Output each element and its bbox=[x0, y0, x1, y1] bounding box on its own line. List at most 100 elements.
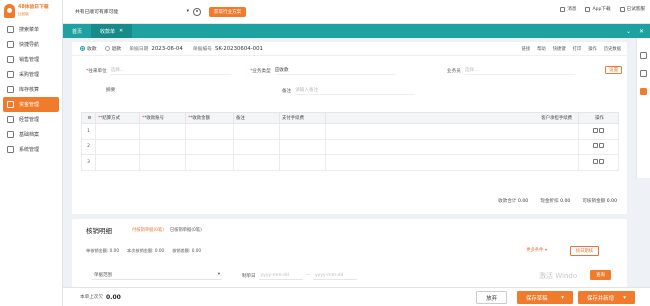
tab-done[interactable]: 已核销单据(0笔) bbox=[170, 227, 202, 233]
remark-label: 备注 bbox=[282, 89, 292, 94]
save-draft-button[interactable]: 保存草稿 ▾ bbox=[517, 291, 573, 304]
insert-row-icon[interactable] bbox=[592, 158, 598, 164]
row-index: 1 bbox=[81, 123, 96, 140]
date-label: 单据日期 bbox=[129, 47, 149, 52]
tab-receipt[interactable]: 收款单 ✕ bbox=[91, 24, 133, 38]
shortcut-tool[interactable]: 快捷键 bbox=[553, 46, 566, 52]
right-rail bbox=[636, 38, 650, 178]
customer-input[interactable]: 选择... bbox=[110, 67, 231, 75]
staff-input[interactable]: 选择... bbox=[464, 67, 575, 75]
solution-button[interactable]: 获取行业方案 bbox=[209, 6, 246, 17]
close-icon[interactable]: ✕ bbox=[119, 28, 123, 34]
form-header: 收款 退款 单据日期 2023-06-04 单据编号 SK-20230604-0… bbox=[72, 42, 627, 56]
insert-row-icon[interactable] bbox=[592, 143, 598, 149]
range-select[interactable]: 单据范围 ▾ bbox=[92, 271, 222, 280]
sidebar-item-label: 销售管理 bbox=[19, 57, 40, 63]
messages-button[interactable]: 消息 bbox=[560, 6, 576, 12]
sidebar-item-label: 快捷导航 bbox=[19, 42, 40, 48]
balance-value: 0.00 bbox=[105, 293, 121, 301]
sidebar-item-business[interactable]: 经营管理 bbox=[0, 112, 62, 127]
sidebar-menu: 搜索菜单 快捷导航 销售管理 采购管理 库存核算 资金管理 经营管理 基础档案 … bbox=[0, 22, 62, 157]
radio-receive[interactable]: 收款 bbox=[80, 45, 97, 52]
date-from-input[interactable]: yyyy-mm-dd bbox=[258, 272, 303, 280]
chevron-down-icon: ▾ bbox=[217, 272, 220, 277]
staff-label: 业务员 bbox=[447, 69, 461, 74]
table-header: 操作 bbox=[578, 112, 619, 124]
inventory-icon bbox=[7, 86, 14, 93]
chevron-down-icon: ▾ bbox=[186, 9, 189, 14]
search-icon bbox=[7, 26, 14, 33]
app-download-button[interactable]: App下载 bbox=[585, 6, 611, 12]
action-tool[interactable]: 操作 bbox=[588, 46, 597, 52]
tab-label: 收款单 bbox=[100, 28, 116, 35]
chevron-down-icon[interactable]: ⌄ bbox=[626, 28, 631, 35]
delete-row-icon[interactable] bbox=[599, 143, 605, 149]
help-tool[interactable]: 帮助 bbox=[537, 46, 546, 52]
form-tools: 链接 帮助 快捷键 打印 操作 历史数据 bbox=[522, 46, 621, 52]
writeoff-tabs: 付核销单据(0笔) 已核销单据(0笔) bbox=[132, 227, 202, 233]
remark-field: 备注 请输入备注 bbox=[282, 87, 416, 95]
tab-pending[interactable]: 付核销单据(0笔) bbox=[132, 227, 164, 233]
tab-label: 首页 bbox=[72, 28, 83, 35]
date-to-input[interactable]: yyyy-mm-dd bbox=[313, 272, 357, 280]
table-header-row: ⚙ **结算方式 **收款账号 **收款金额 备注 支付手续费 客户承担手续费 … bbox=[81, 112, 619, 124]
gear-icon[interactable]: ⚙ bbox=[88, 116, 92, 121]
table-row: 1 bbox=[81, 123, 619, 140]
gear-icon[interactable] bbox=[193, 7, 201, 16]
radio-refund[interactable]: 退款 bbox=[104, 45, 121, 52]
print-tool[interactable]: 打印 bbox=[573, 46, 582, 52]
date-range: 制单日 yyyy-mm-dd — yyyy-mm-dd bbox=[242, 272, 357, 280]
logo-icon bbox=[4, 4, 15, 18]
total-summary: 收款合计 0.00 bbox=[498, 199, 529, 204]
date-value[interactable]: 2023-06-04 bbox=[151, 46, 182, 52]
delete-row-icon[interactable] bbox=[599, 127, 605, 133]
sort-field: 摘要 bbox=[106, 87, 115, 93]
business-icon bbox=[7, 116, 14, 123]
copy-icon[interactable] bbox=[640, 88, 647, 95]
writeoff-by-date-button[interactable]: 按日期核 bbox=[569, 246, 599, 256]
radio-dot bbox=[104, 46, 110, 51]
sidebar-item-inventory[interactable]: 库存核算 bbox=[0, 82, 62, 97]
sort-label: 摘要 bbox=[106, 88, 116, 93]
more-conditions-link[interactable]: 更多条件 ▾ bbox=[526, 247, 547, 253]
sidebar: 48体验日下载 比较版 搜索菜单 快捷导航 销售管理 采购管理 库存核算 资金管… bbox=[0, 0, 63, 306]
cancel-button[interactable]: 放弃 bbox=[476, 291, 507, 304]
summary-row: 收款合计 0.00 现金折扣 0.00 可核销金额 0.00 bbox=[498, 198, 617, 204]
history-tool[interactable]: 历史数据 bbox=[604, 46, 621, 52]
system-icon bbox=[7, 146, 14, 153]
sidebar-item-fund[interactable]: 资金管理 bbox=[3, 97, 59, 112]
query-button[interactable]: 查询 bbox=[590, 270, 611, 280]
table-header: ⚙ bbox=[81, 112, 96, 124]
staff-field: 业务员 选择... bbox=[447, 67, 575, 75]
insert-row-icon[interactable] bbox=[592, 127, 598, 133]
save-and-new-button[interactable]: 保存并新增 ▾ bbox=[578, 291, 635, 304]
biztype-select[interactable]: 应收款 bbox=[274, 67, 395, 75]
doc-number-value[interactable]: SK-20230604-001 bbox=[215, 46, 263, 52]
payment-table: ⚙ **结算方式 **收款账号 **收款金额 备注 支付手续费 客户承担手续费 … bbox=[81, 112, 619, 171]
link-icon[interactable] bbox=[640, 70, 647, 77]
sidebar-item-archive[interactable]: 基础档案 bbox=[0, 127, 62, 142]
sidebar-item-purchase[interactable]: 采购管理 bbox=[0, 67, 62, 82]
activation-watermark: 激活 Windo bbox=[539, 272, 578, 280]
logo: 48体验日下载 比较版 bbox=[0, 0, 62, 22]
link-tool[interactable]: 链接 bbox=[522, 46, 531, 52]
biztype-label: 业务类型 bbox=[252, 69, 271, 74]
company-name: 共有已顺可有库可能 bbox=[75, 10, 119, 15]
company-select[interactable]: 共有已顺可有库可能 ▾ bbox=[75, 8, 189, 15]
table-header: 客户承担手续费 bbox=[325, 112, 579, 124]
document-icon[interactable] bbox=[640, 52, 647, 59]
remark-input[interactable]: 请输入备注 bbox=[295, 87, 416, 95]
close-icon[interactable]: ✕ bbox=[639, 28, 644, 35]
settings-button[interactable]: 设置 bbox=[605, 66, 623, 74]
sidebar-item-shortcut[interactable]: 快捷导航 bbox=[0, 37, 62, 52]
tab-home[interactable]: 首页 bbox=[63, 24, 91, 38]
stat-item: 核销差额: 0.00 bbox=[172, 248, 202, 253]
sidebar-item-label: 基础档案 bbox=[19, 132, 40, 138]
sidebar-item-sales[interactable]: 销售管理 bbox=[0, 52, 62, 67]
top-right-tools: 消息 App下载 已试客服 bbox=[560, 6, 645, 12]
sidebar-item-system[interactable]: 系统管理 bbox=[0, 142, 62, 157]
delete-row-icon[interactable] bbox=[599, 158, 605, 164]
table-header: **收款金额 bbox=[185, 112, 234, 124]
user-menu[interactable]: 已试客服 bbox=[619, 6, 645, 12]
sidebar-item-search[interactable]: 搜索菜单 bbox=[0, 22, 62, 37]
